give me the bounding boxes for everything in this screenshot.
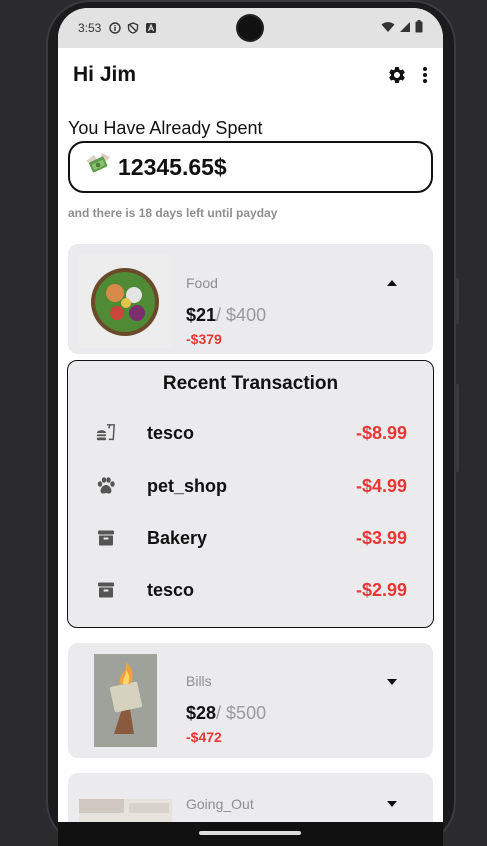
bills-image bbox=[94, 654, 157, 747]
category-name: Food bbox=[186, 275, 218, 291]
front-camera bbox=[238, 16, 262, 40]
app-header: Hi Jim bbox=[73, 60, 433, 90]
category-limit: / $400 bbox=[216, 305, 267, 325]
transaction-name: pet_shop bbox=[147, 475, 228, 496]
gear-icon[interactable] bbox=[387, 65, 407, 85]
chevron-down-icon[interactable] bbox=[387, 801, 397, 807]
transaction-name: tesco bbox=[147, 422, 195, 443]
status-bar: 3:53 bbox=[58, 8, 443, 48]
chevron-up-icon[interactable] bbox=[387, 280, 397, 286]
transaction-amount: -$3.99 bbox=[355, 527, 407, 548]
transaction-row[interactable]: Bakery -$3.99 bbox=[68, 523, 433, 553]
spent-amount-box: 12345.65$ bbox=[68, 141, 433, 193]
transaction-amount: -$8.99 bbox=[355, 422, 407, 443]
info-icon bbox=[109, 22, 122, 34]
recent-transactions-title: Recent Transaction bbox=[162, 373, 339, 394]
category-spent: $28 bbox=[186, 703, 217, 723]
archive-icon bbox=[96, 528, 116, 548]
transaction-row[interactable]: pet_shop -$4.99 bbox=[68, 471, 433, 501]
food-image bbox=[79, 255, 172, 348]
screen: 3:53 Hi Jim You Have Already Spent 12345… bbox=[58, 8, 443, 846]
category-remaining: -$472 bbox=[186, 729, 222, 745]
category-values: $21/ $400 bbox=[186, 305, 266, 326]
battery-icon bbox=[415, 20, 423, 36]
money-wings-icon bbox=[84, 151, 112, 184]
category-name: Bills bbox=[186, 673, 212, 689]
greeting-title: Hi Jim bbox=[73, 63, 137, 86]
transaction-row[interactable]: tesco -$8.99 bbox=[68, 418, 433, 448]
transaction-amount: -$4.99 bbox=[355, 475, 407, 496]
transaction-name: tesco bbox=[147, 579, 195, 600]
wifi-icon bbox=[381, 21, 395, 36]
recent-transactions-panel: Recent Transaction tesco -$8.99 pet_shop… bbox=[67, 360, 434, 628]
transaction-amount: -$2.99 bbox=[355, 579, 407, 600]
a-icon bbox=[145, 22, 157, 34]
power-button bbox=[455, 384, 459, 472]
status-time: 3:53 bbox=[78, 21, 102, 35]
category-values: $28/ $500 bbox=[186, 703, 266, 724]
signal-icon bbox=[399, 21, 411, 36]
payday-text: and there is 18 days left until payday bbox=[68, 206, 278, 220]
category-card-food[interactable]: Food $21/ $400 -$379 bbox=[68, 244, 433, 354]
home-indicator[interactable] bbox=[199, 831, 301, 835]
transaction-name: Bakery bbox=[147, 527, 208, 548]
more-menu-icon[interactable] bbox=[423, 67, 427, 83]
fastfood-icon bbox=[96, 423, 116, 443]
archive-icon bbox=[96, 580, 116, 600]
shield-icon bbox=[127, 22, 139, 34]
volume-button bbox=[455, 278, 459, 324]
spent-amount: 12345.65$ bbox=[118, 153, 227, 180]
category-limit: / $500 bbox=[216, 703, 267, 723]
category-remaining: -$379 bbox=[186, 331, 222, 347]
paw-icon bbox=[96, 476, 116, 496]
spent-label: You Have Already Spent bbox=[68, 118, 263, 138]
transaction-row[interactable]: tesco -$2.99 bbox=[68, 575, 433, 605]
category-card-bills[interactable]: Bills $28/ $500 -$472 bbox=[68, 643, 433, 758]
category-name: Going_Out bbox=[186, 796, 254, 812]
chevron-down-icon[interactable] bbox=[387, 679, 397, 685]
category-spent: $21 bbox=[186, 305, 217, 325]
